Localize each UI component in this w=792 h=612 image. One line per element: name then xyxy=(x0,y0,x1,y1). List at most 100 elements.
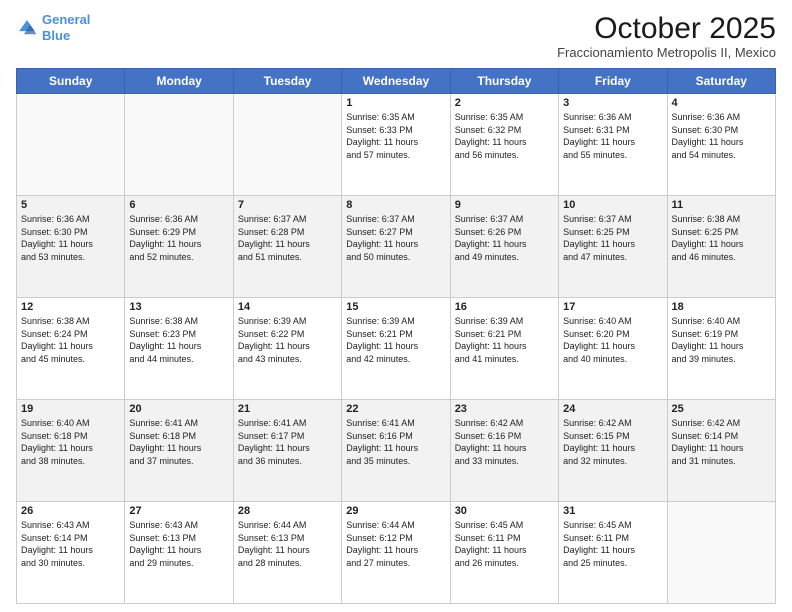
calendar-cell xyxy=(667,502,775,604)
calendar-table: SundayMondayTuesdayWednesdayThursdayFrid… xyxy=(16,68,776,604)
calendar-cell: 4 Sunrise: 6:36 AM Sunset: 6:30 PM Daylig… xyxy=(667,94,775,196)
day-number: 8 xyxy=(346,199,445,211)
day-info: Sunrise: 6:40 AM Sunset: 6:19 PM Dayligh… xyxy=(672,315,771,365)
calendar-cell: 15Sunrise: 6:39 AM Sunset: 6:21 PM Dayli… xyxy=(342,298,450,400)
day-info: Sunrise: 6:45 AM Sunset: 6:11 PM Dayligh… xyxy=(455,519,554,569)
day-info: Sunrise: 6:36 AM Sunset: 6:29 PM Dayligh… xyxy=(129,213,228,263)
day-number: 6 xyxy=(129,199,228,211)
calendar-cell: 11 Sunrise: 6:38 AM Sunset: 6:25 PM Dayli… xyxy=(667,196,775,298)
day-info: Sunrise: 6:39 AM Sunset: 6:21 PM Dayligh… xyxy=(455,315,554,365)
day-info: Sunrise: 6:37 AM Sunset: 6:27 PM Dayligh… xyxy=(346,213,445,263)
logo-text: General Blue xyxy=(42,12,90,43)
calendar-cell: 28 Sunrise: 6:44 AM Sunset: 6:13 PM Dayli… xyxy=(233,502,341,604)
day-number: 14 xyxy=(238,301,337,313)
calendar-cell: 30Sunrise: 6:45 AM Sunset: 6:11 PM Dayli… xyxy=(450,502,558,604)
calendar-cell: 25Sunrise: 6:42 AM Sunset: 6:14 PM Dayli… xyxy=(667,400,775,502)
day-info: Sunrise: 6:35 AM Sunset: 6:33 PM Dayligh… xyxy=(346,111,445,161)
day-number: 22 xyxy=(346,403,445,415)
day-info: Sunrise: 6:39 AM Sunset: 6:22 PM Dayligh… xyxy=(238,315,337,365)
day-number: 4 xyxy=(672,97,771,109)
day-header-sunday: Sunday xyxy=(17,69,125,94)
day-number: 11 xyxy=(672,199,771,211)
day-info: Sunrise: 6:43 AM Sunset: 6:14 PM Dayligh… xyxy=(21,519,120,569)
calendar-cell xyxy=(233,94,341,196)
day-info: Sunrise: 6:37 AM Sunset: 6:28 PM Dayligh… xyxy=(238,213,337,263)
day-header-tuesday: Tuesday xyxy=(233,69,341,94)
calendar-cell xyxy=(17,94,125,196)
day-header-wednesday: Wednesday xyxy=(342,69,450,94)
sub-title: Fraccionamiento Metropolis II, Mexico xyxy=(557,45,776,60)
page: General Blue October 2025 Fraccionamient… xyxy=(0,0,792,612)
day-info: Sunrise: 6:37 AM Sunset: 6:26 PM Dayligh… xyxy=(455,213,554,263)
calendar-cell: 24 Sunrise: 6:42 AM Sunset: 6:15 PM Dayli… xyxy=(559,400,667,502)
day-number: 5 xyxy=(21,199,120,211)
logo-icon xyxy=(16,17,38,39)
day-info: Sunrise: 6:38 AM Sunset: 6:23 PM Dayligh… xyxy=(129,315,228,365)
day-info: Sunrise: 6:42 AM Sunset: 6:15 PM Dayligh… xyxy=(563,417,662,467)
day-info: Sunrise: 6:43 AM Sunset: 6:13 PM Dayligh… xyxy=(129,519,228,569)
day-number: 17 xyxy=(563,301,662,313)
day-info: Sunrise: 6:39 AM Sunset: 6:21 PM Dayligh… xyxy=(346,315,445,365)
day-info: Sunrise: 6:35 AM Sunset: 6:32 PM Dayligh… xyxy=(455,111,554,161)
day-number: 21 xyxy=(238,403,337,415)
day-number: 27 xyxy=(129,505,228,517)
day-number: 1 xyxy=(346,97,445,109)
calendar-cell: 26 Sunrise: 6:43 AM Sunset: 6:14 PM Dayli… xyxy=(17,502,125,604)
day-info: Sunrise: 6:41 AM Sunset: 6:17 PM Dayligh… xyxy=(238,417,337,467)
day-number: 26 xyxy=(21,505,120,517)
calendar-cell: 8 Sunrise: 6:37 AM Sunset: 6:27 PM Daylig… xyxy=(342,196,450,298)
calendar-cell: 5Sunrise: 6:36 AM Sunset: 6:30 PM Daylig… xyxy=(17,196,125,298)
day-number: 18 xyxy=(672,301,771,313)
calendar-cell: 2 Sunrise: 6:35 AM Sunset: 6:32 PM Daylig… xyxy=(450,94,558,196)
calendar-cell: 18 Sunrise: 6:40 AM Sunset: 6:19 PM Dayli… xyxy=(667,298,775,400)
calendar-cell xyxy=(125,94,233,196)
calendar-cell: 21 Sunrise: 6:41 AM Sunset: 6:17 PM Dayli… xyxy=(233,400,341,502)
day-number: 20 xyxy=(129,403,228,415)
calendar-cell: 9 Sunrise: 6:37 AM Sunset: 6:26 PM Daylig… xyxy=(450,196,558,298)
day-number: 9 xyxy=(455,199,554,211)
day-info: Sunrise: 6:36 AM Sunset: 6:30 PM Dayligh… xyxy=(672,111,771,161)
calendar-cell: 13Sunrise: 6:38 AM Sunset: 6:23 PM Dayli… xyxy=(125,298,233,400)
calendar-week-3: 12Sunrise: 6:38 AM Sunset: 6:24 PM Dayli… xyxy=(17,298,776,400)
day-number: 24 xyxy=(563,403,662,415)
day-info: Sunrise: 6:37 AM Sunset: 6:25 PM Dayligh… xyxy=(563,213,662,263)
calendar-cell: 7 Sunrise: 6:37 AM Sunset: 6:28 PM Daylig… xyxy=(233,196,341,298)
day-number: 29 xyxy=(346,505,445,517)
header: General Blue October 2025 Fraccionamient… xyxy=(16,12,776,60)
day-number: 28 xyxy=(238,505,337,517)
main-title: October 2025 xyxy=(557,12,776,45)
day-number: 10 xyxy=(563,199,662,211)
day-info: Sunrise: 6:45 AM Sunset: 6:11 PM Dayligh… xyxy=(563,519,662,569)
logo-line2: Blue xyxy=(42,28,70,43)
calendar-cell: 29 Sunrise: 6:44 AM Sunset: 6:12 PM Dayli… xyxy=(342,502,450,604)
calendar-cell: 16 Sunrise: 6:39 AM Sunset: 6:21 PM Dayli… xyxy=(450,298,558,400)
calendar-week-2: 5Sunrise: 6:36 AM Sunset: 6:30 PM Daylig… xyxy=(17,196,776,298)
calendar-cell: 19 Sunrise: 6:40 AM Sunset: 6:18 PM Dayli… xyxy=(17,400,125,502)
day-number: 2 xyxy=(455,97,554,109)
day-number: 7 xyxy=(238,199,337,211)
calendar-cell: 10 Sunrise: 6:37 AM Sunset: 6:25 PM Dayli… xyxy=(559,196,667,298)
day-info: Sunrise: 6:41 AM Sunset: 6:16 PM Dayligh… xyxy=(346,417,445,467)
logo: General Blue xyxy=(16,12,90,43)
calendar-week-1: 1 Sunrise: 6:35 AM Sunset: 6:33 PM Daylig… xyxy=(17,94,776,196)
day-number: 19 xyxy=(21,403,120,415)
day-info: Sunrise: 6:44 AM Sunset: 6:12 PM Dayligh… xyxy=(346,519,445,569)
calendar-header-row: SundayMondayTuesdayWednesdayThursdayFrid… xyxy=(17,69,776,94)
calendar-cell: 31Sunrise: 6:45 AM Sunset: 6:11 PM Dayli… xyxy=(559,502,667,604)
day-number: 16 xyxy=(455,301,554,313)
calendar-cell: 3Sunrise: 6:36 AM Sunset: 6:31 PM Daylig… xyxy=(559,94,667,196)
day-info: Sunrise: 6:38 AM Sunset: 6:24 PM Dayligh… xyxy=(21,315,120,365)
calendar-week-4: 19 Sunrise: 6:40 AM Sunset: 6:18 PM Dayli… xyxy=(17,400,776,502)
day-info: Sunrise: 6:36 AM Sunset: 6:31 PM Dayligh… xyxy=(563,111,662,161)
day-info: Sunrise: 6:38 AM Sunset: 6:25 PM Dayligh… xyxy=(672,213,771,263)
day-info: Sunrise: 6:40 AM Sunset: 6:18 PM Dayligh… xyxy=(21,417,120,467)
day-number: 23 xyxy=(455,403,554,415)
day-info: Sunrise: 6:40 AM Sunset: 6:20 PM Dayligh… xyxy=(563,315,662,365)
day-info: Sunrise: 6:42 AM Sunset: 6:14 PM Dayligh… xyxy=(672,417,771,467)
day-header-monday: Monday xyxy=(125,69,233,94)
calendar-cell: 17 Sunrise: 6:40 AM Sunset: 6:20 PM Dayli… xyxy=(559,298,667,400)
day-info: Sunrise: 6:42 AM Sunset: 6:16 PM Dayligh… xyxy=(455,417,554,467)
calendar-cell: 14 Sunrise: 6:39 AM Sunset: 6:22 PM Dayli… xyxy=(233,298,341,400)
day-header-friday: Friday xyxy=(559,69,667,94)
day-info: Sunrise: 6:44 AM Sunset: 6:13 PM Dayligh… xyxy=(238,519,337,569)
